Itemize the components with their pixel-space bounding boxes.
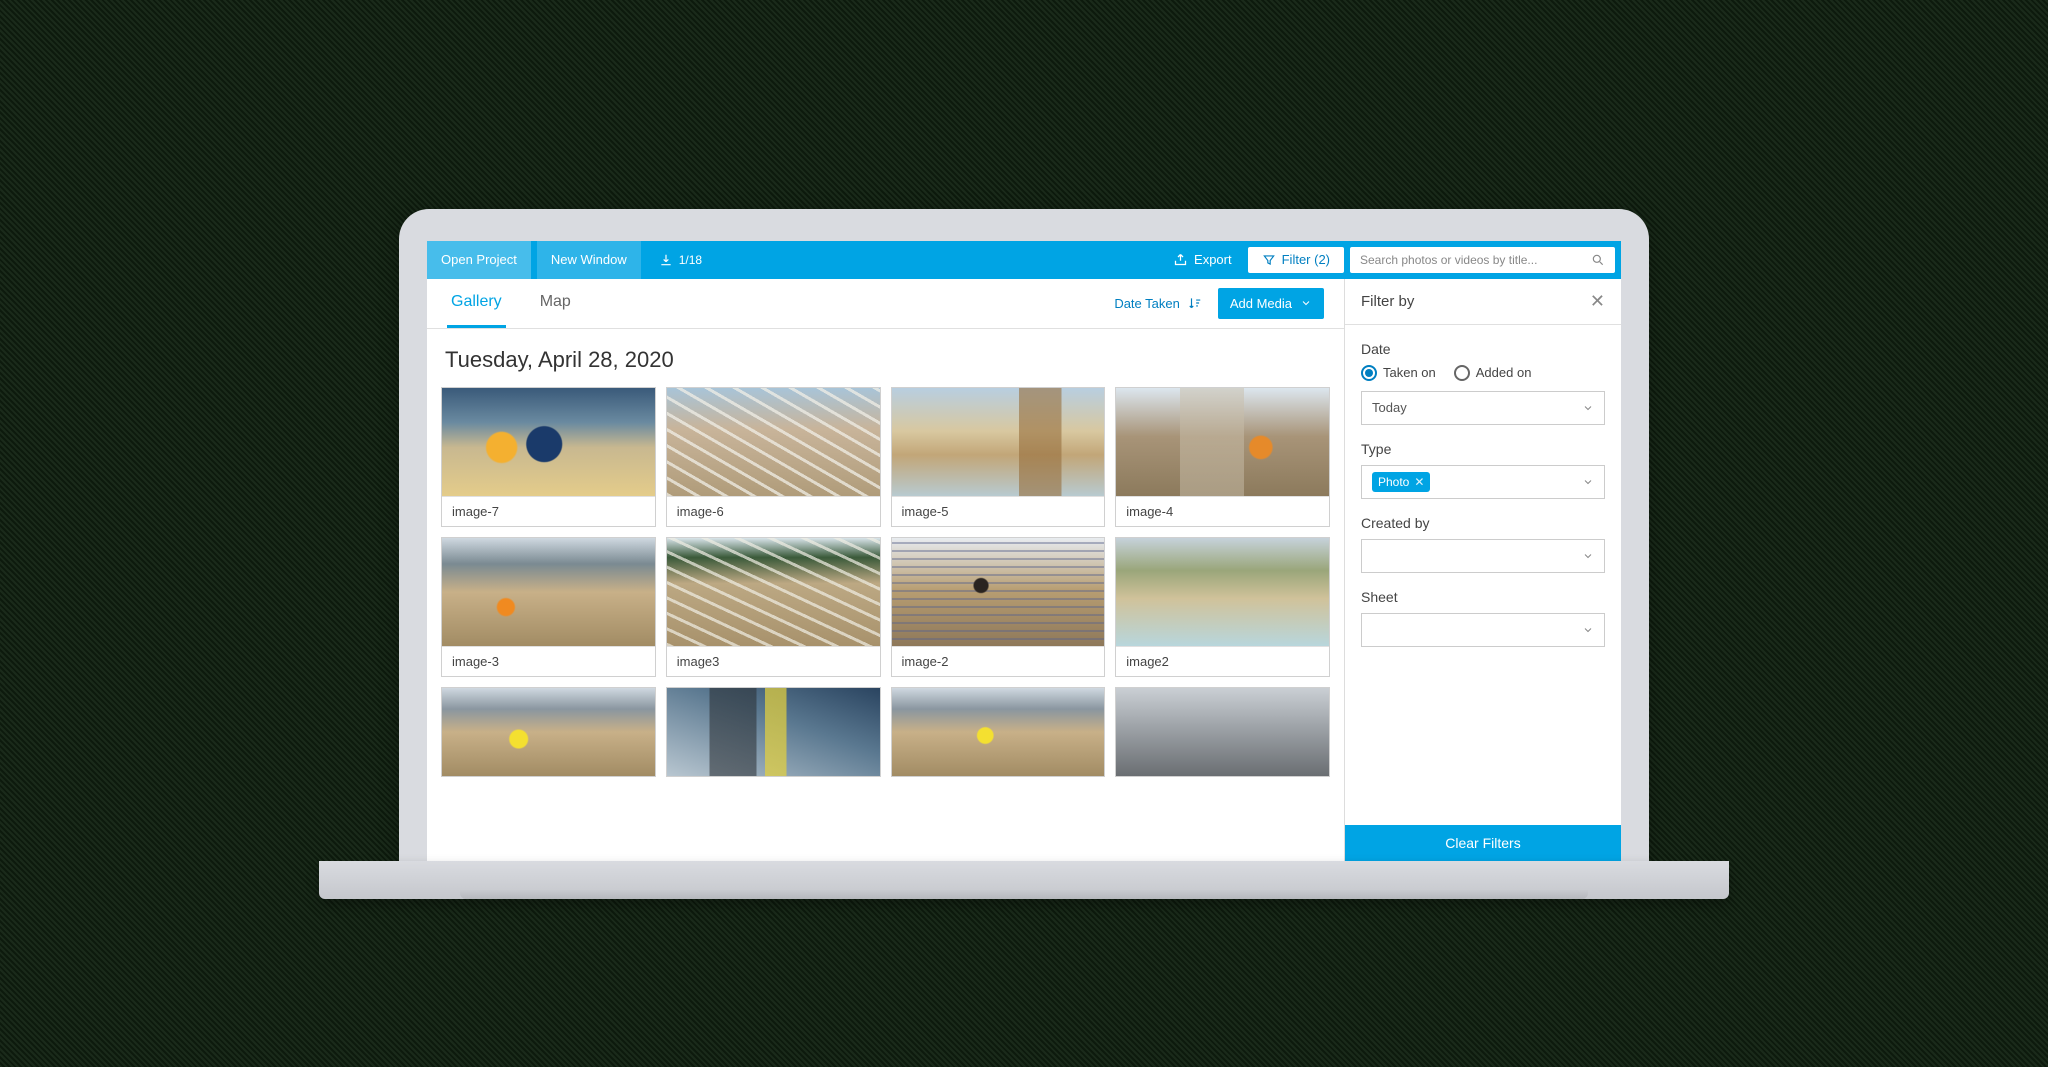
- media-thumbnail: [892, 688, 1105, 776]
- media-grid: image-7 image-6 image-5 image-4 image-3 …: [441, 387, 1330, 777]
- chevron-down-icon: [1300, 297, 1312, 309]
- sheet-select[interactable]: [1361, 613, 1605, 647]
- sort-icon: [1188, 296, 1202, 310]
- search-box[interactable]: [1350, 247, 1615, 273]
- filter-label: Filter (2): [1282, 252, 1330, 267]
- media-thumbnail: [892, 388, 1105, 496]
- radio-icon: [1454, 365, 1470, 381]
- media-thumbnail: [442, 388, 655, 496]
- type-chip-label: Photo: [1378, 475, 1409, 489]
- media-label: image3: [667, 646, 880, 676]
- subnav: Gallery Map Date Taken Add Media: [427, 279, 1344, 329]
- media-card[interactable]: image-3: [441, 537, 656, 677]
- filter-button[interactable]: Filter (2): [1248, 247, 1344, 273]
- filter-createdby-label: Created by: [1361, 515, 1605, 531]
- media-card[interactable]: [891, 687, 1106, 777]
- add-media-label: Add Media: [1230, 296, 1292, 311]
- type-chip: Photo ✕: [1372, 472, 1430, 492]
- media-card[interactable]: image-2: [891, 537, 1106, 677]
- add-media-button[interactable]: Add Media: [1218, 288, 1324, 319]
- date-select[interactable]: Today: [1361, 391, 1605, 425]
- chevron-down-icon: [1582, 402, 1594, 414]
- topbar: Open Project New Window 1/18 Export: [427, 241, 1621, 279]
- media-thumbnail: [667, 538, 880, 646]
- filter-panel-title: Filter by: [1361, 293, 1414, 310]
- createdby-select[interactable]: [1361, 539, 1605, 573]
- media-card[interactable]: image-6: [666, 387, 881, 527]
- download-status[interactable]: 1/18: [647, 241, 714, 279]
- search-icon: [1591, 253, 1605, 267]
- media-thumbnail: [667, 388, 880, 496]
- media-thumbnail: [1116, 388, 1329, 496]
- media-label: image-3: [442, 646, 655, 676]
- media-card[interactable]: image2: [1115, 537, 1330, 677]
- media-card[interactable]: image3: [666, 537, 881, 677]
- radio-taken-on[interactable]: Taken on: [1361, 365, 1436, 381]
- app-window: Open Project New Window 1/18 Export: [427, 241, 1621, 861]
- date-radio-group: Taken on Added on: [1361, 365, 1605, 381]
- media-thumbnail: [667, 688, 880, 776]
- download-count: 1/18: [679, 253, 702, 267]
- sort-label: Date Taken: [1114, 296, 1180, 311]
- sort-button[interactable]: Date Taken: [1114, 296, 1218, 311]
- radio-icon: [1361, 365, 1377, 381]
- export-button[interactable]: Export: [1161, 241, 1244, 279]
- export-icon: [1173, 252, 1188, 267]
- radio-label: Taken on: [1383, 365, 1436, 380]
- media-thumbnail: [1116, 538, 1329, 646]
- laptop-base: [319, 861, 1729, 899]
- media-label: image2: [1116, 646, 1329, 676]
- media-thumbnail: [892, 538, 1105, 646]
- media-thumbnail: [1116, 688, 1329, 776]
- media-thumbnail: [442, 688, 655, 776]
- clear-filters-button[interactable]: Clear Filters: [1345, 825, 1621, 861]
- media-label: image-7: [442, 496, 655, 526]
- chevron-down-icon: [1582, 624, 1594, 636]
- download-icon: [659, 253, 673, 267]
- new-window-button[interactable]: New Window: [537, 241, 641, 279]
- filter-date-label: Date: [1361, 341, 1605, 357]
- open-project-button[interactable]: Open Project: [427, 241, 531, 279]
- date-heading: Tuesday, April 28, 2020: [441, 343, 1330, 387]
- media-thumbnail: [442, 538, 655, 646]
- type-select[interactable]: Photo ✕: [1361, 465, 1605, 499]
- radio-label: Added on: [1476, 365, 1532, 380]
- media-card[interactable]: [1115, 687, 1330, 777]
- filter-type-label: Type: [1361, 441, 1605, 457]
- chevron-down-icon: [1582, 550, 1594, 562]
- media-card[interactable]: image-4: [1115, 387, 1330, 527]
- radio-added-on[interactable]: Added on: [1454, 365, 1532, 381]
- filter-sheet-label: Sheet: [1361, 589, 1605, 605]
- close-icon[interactable]: ✕: [1590, 291, 1605, 312]
- filter-panel: Filter by ✕ Date Taken on Adde: [1345, 279, 1621, 861]
- main-pane: Gallery Map Date Taken Add Media: [427, 279, 1345, 861]
- filter-panel-header: Filter by ✕: [1345, 279, 1621, 325]
- media-card[interactable]: [441, 687, 656, 777]
- chevron-down-icon: [1582, 476, 1594, 488]
- chip-remove-icon[interactable]: ✕: [1414, 475, 1424, 489]
- gallery-content: Tuesday, April 28, 2020 image-7 image-6 …: [427, 329, 1344, 861]
- search-input[interactable]: [1360, 253, 1591, 267]
- media-card[interactable]: image-5: [891, 387, 1106, 527]
- tab-gallery[interactable]: Gallery: [447, 279, 506, 328]
- media-label: image-4: [1116, 496, 1329, 526]
- date-select-value: Today: [1372, 400, 1407, 415]
- media-card[interactable]: [666, 687, 881, 777]
- media-label: image-2: [892, 646, 1105, 676]
- filter-icon: [1262, 253, 1276, 267]
- tab-map[interactable]: Map: [536, 279, 575, 327]
- media-label: image-5: [892, 496, 1105, 526]
- media-label: image-6: [667, 496, 880, 526]
- export-label: Export: [1194, 252, 1232, 267]
- media-card[interactable]: image-7: [441, 387, 656, 527]
